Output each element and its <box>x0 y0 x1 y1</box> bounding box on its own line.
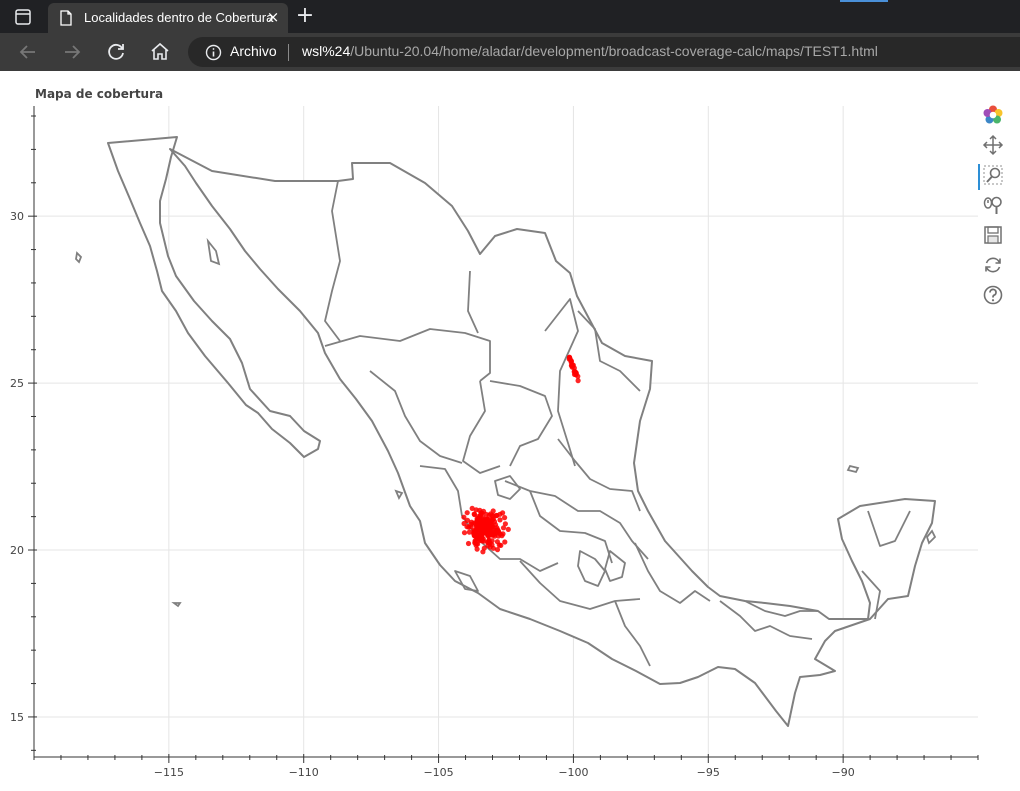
locality-point <box>502 521 508 527</box>
locality-point <box>490 545 496 551</box>
x-tick-label: −90 <box>832 766 855 779</box>
locality-point <box>474 526 480 532</box>
address-separator <box>288 44 289 61</box>
locality-point <box>472 539 478 545</box>
island-guadalupe <box>75 251 83 264</box>
bokeh-logo-icon[interactable] <box>982 104 1004 126</box>
help-icon[interactable] <box>982 284 1004 306</box>
x-tick-label: −95 <box>697 766 720 779</box>
island-socorro <box>171 602 182 608</box>
pan-icon[interactable] <box>982 134 1004 156</box>
island-tiburon <box>206 237 221 266</box>
locality-point <box>566 354 573 360</box>
locality-point <box>497 517 503 523</box>
back-icon[interactable] <box>16 40 40 64</box>
page-icon <box>60 10 72 26</box>
tab-actions-icon[interactable] <box>14 8 32 26</box>
locality-point <box>500 510 506 516</box>
locality-point <box>469 505 475 511</box>
refresh-icon[interactable] <box>104 40 128 64</box>
url-path: /Ubuntu-20.04/home/aladar/development/br… <box>350 43 878 59</box>
y-tick-label: 20 <box>10 544 24 557</box>
y-tick-label: 15 <box>10 711 24 724</box>
address-label: Archivo <box>230 43 277 59</box>
locality-point <box>461 514 467 520</box>
locality-point <box>466 529 472 535</box>
coverage-map-chart[interactable]: −115 −110 −105 −100 −95 −90 15 20 25 30 <box>0 71 1020 791</box>
locality-point <box>569 362 575 368</box>
locality-point <box>494 539 500 545</box>
info-icon[interactable] <box>205 44 222 61</box>
page-content: Mapa de cobertura −115 −110 −105 −100 −9… <box>0 71 1020 791</box>
url-text[interactable]: wsl%24/Ubuntu-20.04/home/aladar/developm… <box>302 43 878 59</box>
plot-toolbar <box>976 104 1010 306</box>
locality-point <box>505 526 511 532</box>
mexico-boundaries <box>107 136 936 727</box>
island-arrecife <box>846 464 860 474</box>
locality-point <box>573 370 579 376</box>
address-bar[interactable]: Archivo wsl%24/Ubuntu-20.04/home/aladar/… <box>188 37 1020 67</box>
y-tick-label: 30 <box>10 210 24 223</box>
window-accent <box>840 0 888 2</box>
y-tick-label: 25 <box>10 377 24 390</box>
locality-point <box>481 518 487 524</box>
save-icon[interactable] <box>982 224 1004 246</box>
locality-point <box>491 519 498 525</box>
locality-point <box>490 508 496 514</box>
wheel-zoom-icon[interactable] <box>982 194 1004 216</box>
locality-point <box>471 532 478 538</box>
x-tick-label: −115 <box>154 766 184 779</box>
active-tool-indicator <box>978 164 980 190</box>
locality-point <box>495 533 501 539</box>
locality-point <box>465 540 472 547</box>
island-marias <box>394 489 404 500</box>
locality-point <box>479 531 485 537</box>
tab-bar: Localidades dentro de Cobertura × + <box>0 0 1020 33</box>
locality-point <box>500 531 506 537</box>
new-tab-button[interactable]: + <box>294 4 316 28</box>
box-zoom-icon[interactable] <box>982 164 1004 186</box>
home-icon[interactable] <box>148 40 172 64</box>
locality-point <box>461 520 467 527</box>
locality-point <box>461 530 468 536</box>
locality-point <box>471 520 477 526</box>
navigation-bar: Archivo wsl%24/Ubuntu-20.04/home/aladar/… <box>0 33 1020 71</box>
locality-point <box>471 511 477 517</box>
url-host: wsl%24 <box>302 43 351 59</box>
locality-point <box>475 516 481 522</box>
tab-active[interactable]: Localidades dentro de Cobertura × <box>48 3 288 33</box>
locality-point <box>487 523 493 529</box>
locality-point <box>464 510 470 516</box>
tab-close-icon[interactable]: × <box>264 9 282 25</box>
locality-point <box>502 539 508 545</box>
locality-point <box>494 512 500 519</box>
forward-icon[interactable] <box>60 40 84 64</box>
locality-point <box>480 549 486 555</box>
locality-point <box>478 537 484 544</box>
locality-point <box>491 529 497 535</box>
locality-point <box>466 524 472 530</box>
reset-icon[interactable] <box>982 254 1004 276</box>
locality-point <box>502 515 508 521</box>
x-tick-label: −100 <box>558 766 588 779</box>
locality-point <box>486 538 492 544</box>
x-tick-label: −110 <box>289 766 319 779</box>
tab-title: Localidades dentro de Cobertura <box>84 10 274 25</box>
x-tick-label: −105 <box>423 766 453 779</box>
